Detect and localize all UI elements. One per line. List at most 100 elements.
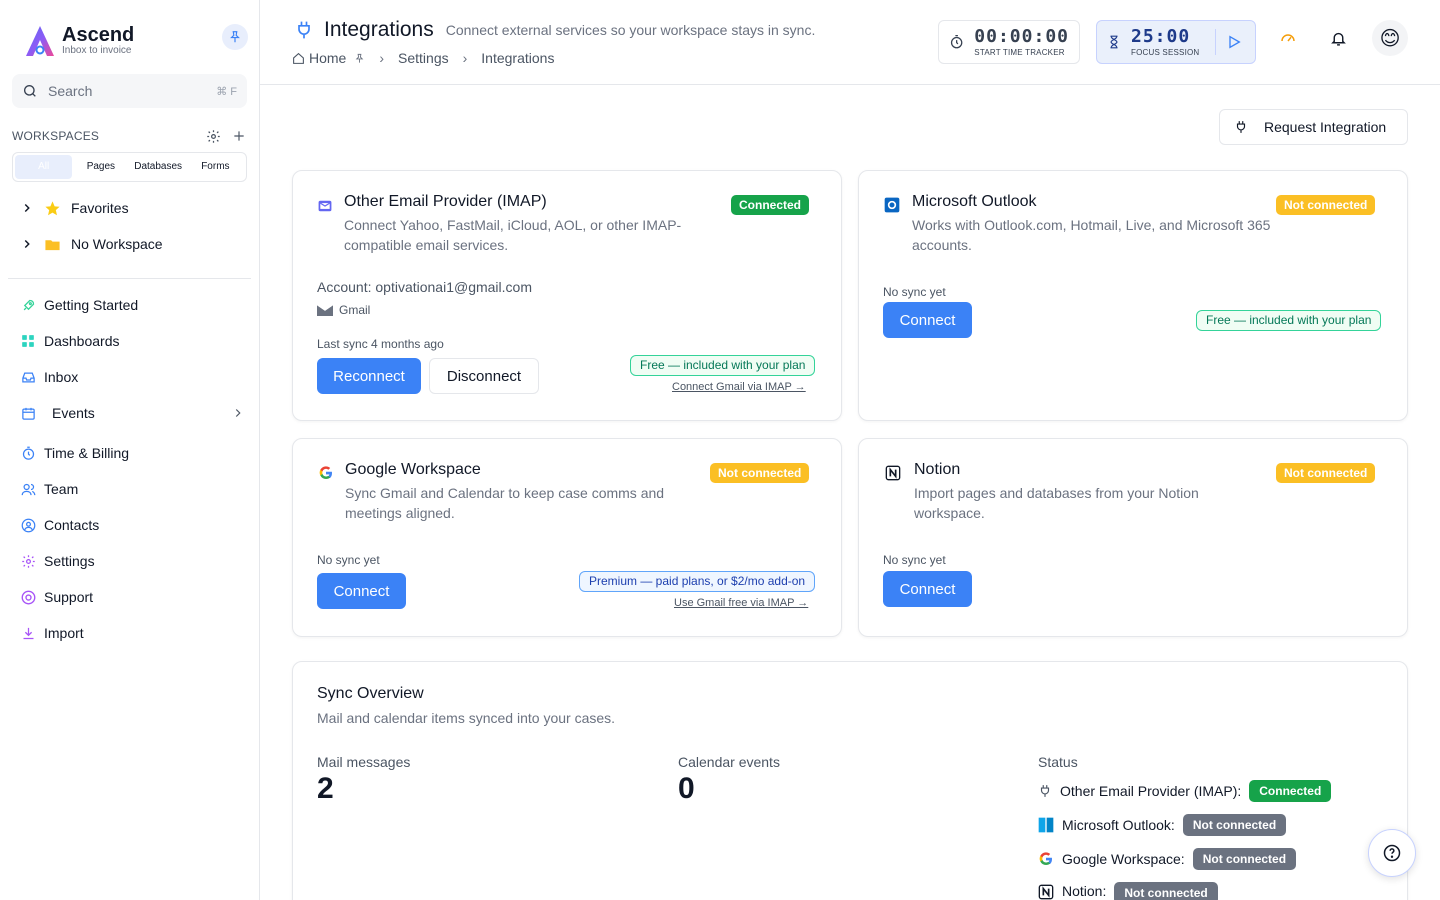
use-gmail-imap-link[interactable]: Use Gmail free via IMAP → — [674, 597, 808, 609]
breadcrumb-separator: › — [462, 50, 468, 66]
provider-name: Gmail — [339, 303, 371, 317]
sidebar-item-events[interactable]: Events — [20, 401, 245, 425]
connect-google-button[interactable]: Connect — [317, 573, 406, 609]
add-workspace-button[interactable] — [230, 127, 248, 145]
notion-icon — [885, 465, 901, 481]
help-icon — [1383, 844, 1401, 862]
mail-messages-label: Mail messages — [317, 754, 411, 770]
nav-label: Settings — [44, 553, 95, 569]
inbox-icon — [21, 372, 35, 382]
focus-session-widget[interactable]: 25:00 FOCUS SESSION — [1096, 20, 1256, 64]
pin-sidebar-button[interactable] — [222, 24, 248, 50]
integration-card-notion: Notion Not connected Import pages and da… — [858, 438, 1408, 637]
card-description: Works with Outlook.com, Hotmail, Live, a… — [912, 217, 1271, 253]
card-title: Microsoft Outlook — [912, 193, 1037, 210]
sidebar-item-settings[interactable]: Settings — [20, 549, 245, 573]
plan-pill: Premium — paid plans, or $2/mo add-on — [579, 571, 816, 592]
calendar-icon — [21, 407, 35, 420]
help-button[interactable] — [1368, 829, 1416, 877]
tree-item-favorites[interactable]: Favorites — [20, 196, 129, 220]
sidebar: Ascend Inbox to invoice Search ⌘ F WORKS… — [0, 0, 260, 900]
sidebar-item-inbox[interactable]: Inbox — [20, 365, 245, 389]
workspaces-title: WORKSPACES — [12, 129, 100, 143]
connect-gmail-imap-link[interactable]: Connect Gmail via IMAP → — [672, 381, 806, 393]
page-title: Integrations — [324, 18, 434, 41]
card-title: Notion — [914, 461, 961, 478]
status-badge: Not connected — [710, 463, 810, 483]
account-email: Account: optivationai1@gmail.com — [317, 279, 532, 295]
google-icon — [319, 466, 332, 480]
sidebar-item-support[interactable]: Support — [20, 585, 245, 609]
outlook-icon — [884, 197, 900, 213]
search-input[interactable]: Search ⌘ F — [12, 74, 247, 108]
sync-overview-title: Sync Overview — [317, 685, 424, 702]
integration-card-imap: Other Email Provider (IMAP) Connected Co… — [292, 170, 842, 421]
focus-divider — [1215, 29, 1217, 55]
status-name: Other Email Provider (IMAP): — [1060, 783, 1242, 799]
status-badge: Not connected — [1114, 882, 1218, 900]
avatar[interactable]: 😊 — [1372, 20, 1408, 56]
tab-forms[interactable]: Forms — [187, 155, 244, 179]
sidebar-item-dashboards[interactable]: Dashboards — [20, 329, 245, 353]
status-name: Notion: — [1062, 883, 1107, 899]
sidebar-item-import[interactable]: Import — [20, 621, 245, 645]
calendar-events-label: Calendar events — [678, 754, 780, 770]
tree-item-no-workspace[interactable]: No Workspace — [20, 232, 163, 256]
request-integration-button[interactable]: Request Integration — [1219, 109, 1408, 145]
request-integration-label: Request Integration — [1264, 119, 1387, 135]
workspaces-header: WORKSPACES — [12, 127, 248, 145]
page-subtitle: Connect external services so your worksp… — [445, 22, 816, 38]
notion-icon — [1038, 884, 1054, 900]
tab-pages[interactable]: Pages — [72, 155, 129, 179]
connect-notion-button[interactable]: Connect — [883, 571, 972, 607]
lifebuoy-icon — [21, 590, 35, 604]
pin-icon — [230, 31, 240, 43]
time-tracker-button[interactable]: 00:00:00 START TIME TRACKER — [938, 20, 1080, 64]
reconnect-button[interactable]: Reconnect — [317, 358, 421, 394]
focus-session-label: FOCUS SESSION — [1131, 47, 1200, 57]
breadcrumb: Home › Settings › Integrations — [292, 50, 554, 66]
breadcrumb-home[interactable]: Home — [309, 50, 346, 66]
workspace-settings-button[interactable] — [204, 127, 222, 145]
tab-all[interactable]: All — [15, 155, 73, 179]
performance-button[interactable] — [1278, 28, 1298, 48]
connect-outlook-button[interactable]: Connect — [883, 302, 972, 338]
search-placeholder: Search — [48, 83, 93, 99]
status-row-outlook: Microsoft Outlook: Not connected — [1038, 814, 1287, 836]
status-badge: Not connected — [1182, 814, 1287, 836]
breadcrumb-settings[interactable]: Settings — [398, 50, 449, 66]
workspace-filter-tabs: All Pages Databases Forms — [12, 152, 247, 182]
notifications-button[interactable] — [1328, 28, 1348, 48]
time-tracker-value: 00:00:00 — [974, 25, 1069, 47]
play-icon[interactable] — [1226, 34, 1242, 50]
search-shortcut: ⌘ F — [216, 85, 237, 98]
chevron-right-icon — [24, 239, 30, 249]
status-name: Google Workspace: — [1062, 851, 1185, 867]
disconnect-button[interactable]: Disconnect — [429, 358, 539, 394]
brand[interactable]: Ascend Inbox to invoice — [24, 24, 134, 58]
search-icon — [24, 85, 36, 97]
sidebar-item-getting-started[interactable]: Getting Started — [20, 293, 245, 317]
nav-label: Events — [52, 405, 95, 421]
pin-icon — [356, 53, 364, 63]
sidebar-item-contacts[interactable]: Contacts — [20, 513, 245, 537]
microsoft-icon — [1038, 817, 1054, 833]
card-title: Google Workspace — [345, 461, 481, 478]
google-icon — [1039, 852, 1052, 865]
status-label: Status — [1038, 754, 1078, 770]
download-icon — [23, 627, 33, 639]
status-badge: Not connected — [1276, 463, 1376, 483]
page-header: Integrations Connect external services s… — [260, 0, 1440, 85]
sidebar-item-time-billing[interactable]: Time & Billing — [20, 441, 245, 465]
card-description: Import pages and databases from your Not… — [914, 485, 1199, 521]
star-icon — [45, 200, 60, 215]
mail-icon — [318, 200, 332, 212]
provider-row: Gmail — [317, 303, 370, 317]
sync-status-text: No sync yet — [883, 285, 946, 299]
mail-messages-count: 2 — [317, 772, 334, 805]
gauge-icon — [1281, 34, 1295, 42]
sidebar-item-team[interactable]: Team — [20, 477, 245, 501]
sync-status-text: No sync yet — [883, 553, 946, 567]
status-row-notion: Notion: Not connected — [1038, 878, 1218, 900]
tab-databases[interactable]: Databases — [130, 155, 187, 179]
